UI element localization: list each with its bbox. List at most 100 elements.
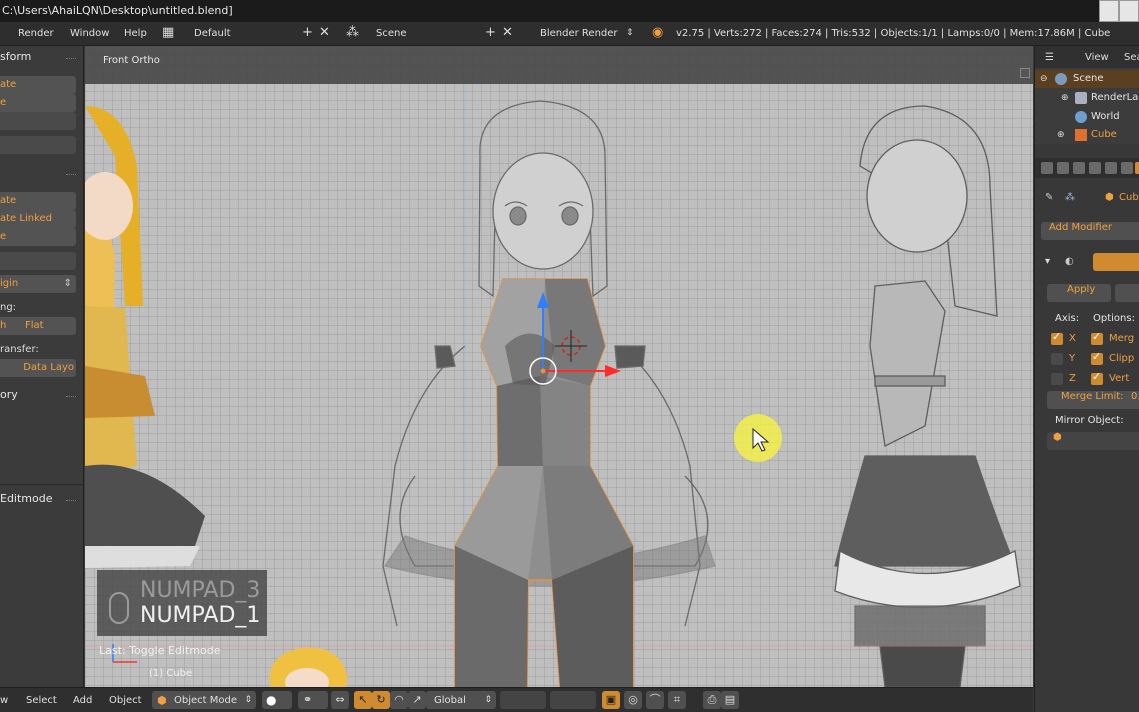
collapse-icon[interactable]: ⊖	[1040, 70, 1048, 88]
render-animation-icon[interactable]: ▤	[721, 691, 739, 709]
scene-tab-icon[interactable]	[1073, 162, 1085, 174]
scene-icon	[1055, 73, 1067, 85]
chevron-updown-icon: ⇕	[244, 695, 252, 705]
viewport-corner-widget[interactable]	[1020, 68, 1030, 78]
outliner-search-menu[interactable]: Sea	[1124, 52, 1139, 63]
section-transform-title[interactable]: sform	[0, 48, 31, 66]
last-operator-label: Last: Toggle Editmode	[99, 644, 221, 657]
chevron-updown-icon: ⇕	[626, 28, 634, 38]
tool-button-blank-2[interactable]	[0, 136, 76, 154]
collapse-modifier-icon[interactable]: ▾	[1045, 253, 1050, 271]
render-engine-select[interactable]: Blender Render	[540, 28, 618, 39]
copy-button[interactable]	[1115, 284, 1139, 302]
tool-button-1[interactable]: ate	[0, 76, 76, 94]
outliner-item-world[interactable]: World	[1035, 108, 1139, 126]
modifier-visibility-toggles[interactable]	[1093, 253, 1139, 271]
scene-small-icon: ⁂	[1065, 192, 1075, 203]
menu-object[interactable]: Object	[109, 695, 142, 706]
toggle-editmode-title[interactable]: Editmode	[0, 490, 53, 508]
snap-icon[interactable]: ⌒	[646, 691, 664, 709]
world-tab-icon[interactable]	[1089, 162, 1101, 174]
lock-layers-icon[interactable]: ▣	[602, 691, 620, 709]
add-scene-icon[interactable]: +	[485, 25, 496, 40]
outliner-item-cube[interactable]: ⊕ Cube	[1035, 126, 1139, 144]
menu-add[interactable]: Add	[73, 695, 92, 706]
tool-button-blank-3[interactable]	[0, 252, 76, 270]
layers-block-2[interactable]	[550, 691, 596, 709]
render-layers-tab-icon[interactable]	[1057, 162, 1069, 174]
add-modifier-button[interactable]: Add Modifier	[1041, 222, 1139, 240]
constraints-tab-icon[interactable]	[1121, 162, 1133, 174]
viewport-shading-select[interactable]: ●	[262, 691, 292, 709]
clipping-checkbox[interactable]	[1091, 350, 1103, 365]
layers-block-1[interactable]	[500, 691, 546, 709]
axis-x-checkbox[interactable]	[1051, 330, 1063, 345]
history-title[interactable]: ory	[0, 386, 18, 404]
menu-render[interactable]: Render	[18, 28, 54, 39]
translate-manipulator-icon[interactable]: ↖	[354, 691, 372, 709]
panel-drag-handle[interactable]	[66, 500, 76, 501]
current-key: NUMPAD_1	[140, 603, 261, 628]
flat-button[interactable]: Flat	[25, 317, 44, 335]
merge-checkbox[interactable]	[1091, 330, 1103, 345]
pivot-point-select[interactable]: ⚭	[298, 691, 328, 709]
axis-y-checkbox[interactable]	[1051, 353, 1063, 365]
remove-scene-icon[interactable]: ✕	[502, 25, 513, 40]
outliner-item-scene[interactable]: ⊖ Scene	[1035, 70, 1139, 88]
solid-sphere-icon: ●	[266, 693, 277, 707]
outliner-view-menu[interactable]: View	[1085, 52, 1109, 63]
minimize-button[interactable]	[1099, 0, 1119, 22]
delete-button[interactable]: e	[0, 228, 76, 246]
mode-select[interactable]: ⬢ Object Mode ⇕	[152, 691, 256, 709]
outliner-item-renderlayers[interactable]: ⊕ RenderLa	[1035, 89, 1139, 107]
proportional-edit-icon[interactable]: ◎	[624, 691, 642, 709]
menu-help[interactable]: Help	[124, 28, 147, 39]
remove-layout-icon[interactable]: ✕	[319, 25, 330, 40]
panel-drag-handle[interactable]	[66, 58, 76, 59]
manipulator-toggle-icon[interactable]: ⇔	[331, 691, 349, 709]
cube-icon: ⬢	[1105, 192, 1114, 203]
apply-label: Apply	[1067, 284, 1096, 295]
set-origin-select[interactable]: igin ⇕	[0, 275, 76, 293]
pin-icon[interactable]: ✎	[1045, 189, 1053, 207]
screencast-keys-overlay: NUMPAD_3 NUMPAD_1	[97, 570, 267, 636]
duplicate-button[interactable]: ate	[0, 192, 76, 210]
menu-select[interactable]: Select	[26, 695, 57, 706]
smooth-button[interactable]: h	[0, 320, 6, 331]
render-tab-icon[interactable]	[1041, 162, 1053, 174]
scale-icon[interactable]: ↗	[408, 691, 426, 709]
menu-window[interactable]: Window	[70, 28, 109, 39]
expand-icon[interactable]: ⊕	[1061, 89, 1069, 107]
mirror-object-field[interactable]: ⬢	[1047, 432, 1139, 450]
expand-icon[interactable]: ⊕	[1057, 126, 1065, 144]
tool-button-2[interactable]: e	[0, 94, 76, 112]
vertex-groups-checkbox[interactable]	[1091, 370, 1103, 385]
duplicate-linked-button[interactable]: ate Linked	[0, 210, 76, 228]
data-layout-button[interactable]: Data Layo	[0, 359, 76, 377]
rotate-icon[interactable]: ◠	[390, 691, 408, 709]
close-button[interactable]	[1119, 0, 1139, 22]
render-icon[interactable]: ⎙	[703, 691, 721, 709]
add-layout-icon[interactable]: +	[302, 25, 313, 40]
tool-button-blank-1[interactable]	[0, 112, 76, 130]
modifiers-tab-icon[interactable]	[1135, 162, 1139, 174]
orientation-select[interactable]: Global ⇕	[426, 691, 496, 709]
screen-layout-icon[interactable]: ▦	[162, 25, 174, 40]
cube-icon: ⬢	[157, 694, 167, 707]
outliner-editor-icon[interactable]: ☰	[1045, 52, 1054, 63]
rotate-manipulator-icon[interactable]: ↻	[372, 691, 390, 709]
axis-y-label: Y	[1069, 353, 1076, 364]
snap-element-icon[interactable]: ⌗	[668, 691, 686, 709]
axis-z-checkbox[interactable]	[1051, 373, 1063, 385]
window-controls	[1099, 0, 1139, 22]
scene-name[interactable]: Scene	[376, 28, 407, 39]
3d-viewport[interactable]: Front Ortho NUMPAD_3 NUMPAD_1 Last: Togg…	[85, 46, 1033, 687]
menu-view[interactable]: w	[0, 695, 8, 706]
panel-drag-handle[interactable]	[66, 174, 76, 175]
screen-layout-name[interactable]: Default	[194, 28, 231, 39]
panel-drag-handle[interactable]	[66, 396, 76, 397]
apply-button[interactable]: Apply	[1047, 284, 1111, 302]
merge-limit-field[interactable]: Merge Limit: 0.0	[1047, 391, 1139, 409]
object-tab-icon[interactable]	[1105, 162, 1117, 174]
data-transfer-label: ransfer:	[0, 344, 39, 355]
